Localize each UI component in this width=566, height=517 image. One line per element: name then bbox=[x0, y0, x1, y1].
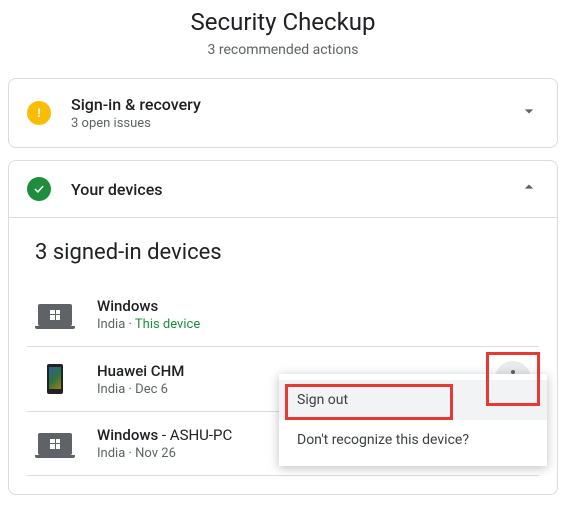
chevron-down-icon bbox=[519, 101, 539, 125]
device-options-popup: Sign out Don't recognize this device? bbox=[279, 374, 547, 466]
devices-title-block: Your devices bbox=[71, 180, 519, 199]
signin-recovery-card: ! Sign-in & recovery 3 open issues bbox=[8, 78, 558, 148]
device-name: Windows bbox=[97, 297, 531, 315]
page-title: Security Checkup bbox=[8, 8, 558, 36]
signin-title-block: Sign-in & recovery 3 open issues bbox=[71, 95, 519, 131]
dont-recognize-option[interactable]: Don't recognize this device? bbox=[279, 420, 547, 460]
warning-icon: ! bbox=[27, 101, 51, 125]
page-subtitle: 3 recommended actions bbox=[8, 42, 558, 58]
device-row: Windows India · This device bbox=[27, 283, 539, 347]
page-header: Security Checkup 3 recommended actions bbox=[8, 8, 558, 58]
your-devices-card: Your devices 3 signed-in devices Windows… bbox=[8, 160, 558, 495]
signin-recovery-header[interactable]: ! Sign-in & recovery 3 open issues bbox=[9, 79, 557, 147]
your-devices-header[interactable]: Your devices bbox=[9, 161, 557, 217]
device-info: Windows India · This device bbox=[97, 297, 531, 332]
device-meta: India · This device bbox=[97, 317, 531, 332]
phone-icon bbox=[35, 364, 75, 394]
devices-section-title: 3 signed-in devices bbox=[35, 240, 539, 265]
devices-body: 3 signed-in devices Windows India · This… bbox=[9, 217, 557, 494]
signin-subtitle: 3 open issues bbox=[71, 116, 519, 131]
laptop-icon bbox=[35, 304, 75, 326]
laptop-icon bbox=[35, 433, 75, 455]
sign-out-label: Sign out bbox=[297, 392, 348, 408]
chevron-up-icon bbox=[519, 177, 539, 201]
check-icon bbox=[27, 177, 51, 201]
devices-title: Your devices bbox=[71, 180, 519, 199]
sign-out-option[interactable]: Sign out bbox=[279, 380, 547, 420]
signin-title: Sign-in & recovery bbox=[71, 95, 519, 114]
